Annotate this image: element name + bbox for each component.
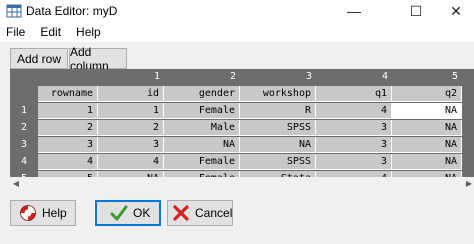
title-bar: Data Editor: myD — ☐ ✕ [0, 0, 474, 22]
table-cell[interactable]: Female [164, 103, 240, 119]
column-header[interactable]: q1 [316, 86, 392, 102]
table-cell[interactable]: 4 [316, 103, 392, 119]
scroll-right-arrow-icon[interactable]: ▶ [463, 177, 474, 189]
data-editor-icon [6, 4, 22, 18]
table-cell[interactable]: NA [164, 137, 240, 153]
menu-file[interactable]: File [0, 25, 31, 39]
help-button[interactable]: Help [10, 200, 76, 226]
table-cell[interactable]: Male [164, 120, 240, 136]
table-cell[interactable]: SPSS [240, 120, 316, 136]
life-ring-icon [19, 204, 37, 222]
column-header[interactable]: id [98, 86, 164, 102]
checkmark-icon [110, 204, 128, 222]
column-number: 2 [164, 69, 240, 85]
table-cell[interactable]: 3 [316, 137, 392, 153]
table-cell[interactable]: 2 [38, 120, 98, 136]
scroll-left-arrow-icon[interactable]: ◀ [10, 177, 22, 189]
table-cell[interactable]: 1 [98, 103, 164, 119]
table-cell[interactable]: NA [392, 154, 462, 170]
table-cell[interactable]: 3 [316, 154, 392, 170]
maximize-button[interactable]: ☐ [396, 0, 436, 22]
column-header[interactable]: q2 [392, 86, 462, 102]
menu-bar: File Edit Help [0, 22, 474, 42]
row-number: 4 [10, 154, 38, 170]
column-number: 1 [98, 69, 164, 85]
table-cell[interactable]: 2 [98, 120, 164, 136]
table-cell[interactable]: 3 [98, 137, 164, 153]
table-cell[interactable]: NA [392, 137, 462, 153]
add-row-button[interactable]: Add row [10, 48, 68, 69]
cancel-button-label: Cancel [195, 206, 233, 220]
row-number: 3 [10, 137, 38, 153]
column-number: 3 [240, 69, 316, 85]
help-button-label: Help [42, 206, 67, 220]
horizontal-scrollbar[interactable]: ◀ ▶ [10, 177, 474, 189]
table-cell[interactable]: 4 [38, 154, 98, 170]
window-title: Data Editor: myD [26, 4, 118, 18]
cancel-button[interactable]: Cancel [167, 200, 233, 226]
row-number: 2 [10, 120, 38, 136]
ok-button-label: OK [133, 206, 151, 220]
table-cell[interactable]: NA [392, 120, 462, 136]
table-cell[interactable]: 4 [98, 154, 164, 170]
table-cell[interactable]: 1 [38, 103, 98, 119]
column-header[interactable]: rowname [38, 86, 98, 102]
column-number: 4 [316, 69, 392, 85]
menu-edit[interactable]: Edit [34, 25, 67, 39]
table-cell[interactable]: 3 [38, 137, 98, 153]
table-cell[interactable]: Female [164, 154, 240, 170]
column-header[interactable]: gender [164, 86, 240, 102]
table-cell[interactable]: SPSS [240, 154, 316, 170]
ok-button[interactable]: OK [95, 200, 161, 226]
data-grid: 1 2 3 4 5 rowname id gender workshop q1 q2 1 1 1 Femal… [10, 69, 474, 177]
row-number: 1 [10, 103, 38, 119]
red-x-icon [172, 204, 190, 222]
column-number: 5 [392, 69, 462, 85]
menu-help[interactable]: Help [70, 25, 107, 39]
table-cell[interactable]: NA [240, 137, 316, 153]
table-cell[interactable]: R [240, 103, 316, 119]
column-header[interactable]: workshop [240, 86, 316, 102]
add-column-button[interactable]: Add column [69, 45, 127, 73]
close-button[interactable]: ✕ [436, 0, 474, 22]
minimize-button[interactable]: — [334, 0, 374, 22]
table-cell[interactable]: NA [392, 103, 462, 119]
table-cell[interactable]: 3 [316, 120, 392, 136]
